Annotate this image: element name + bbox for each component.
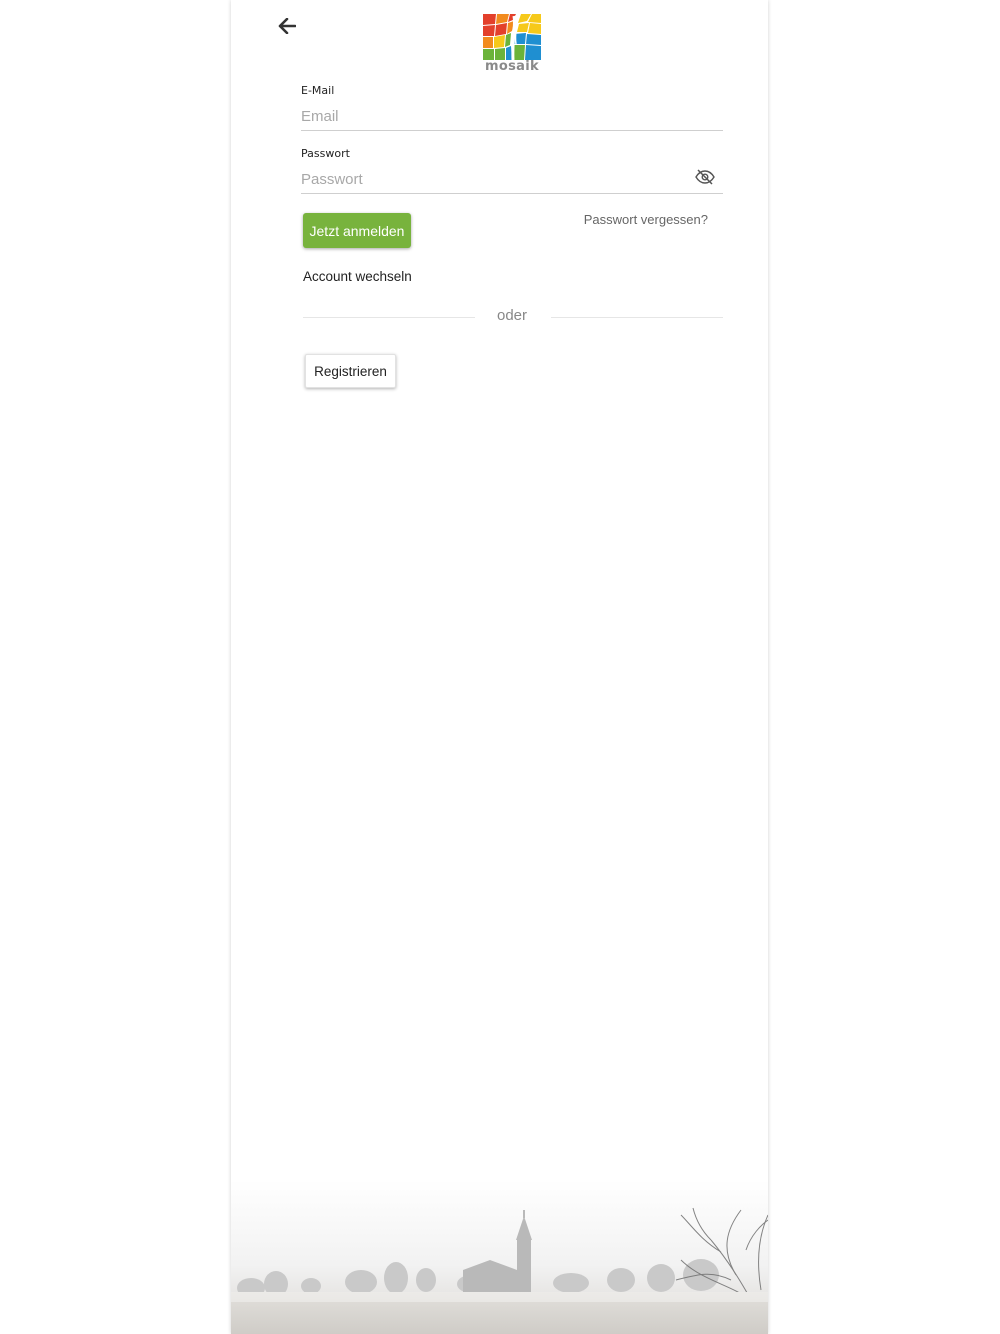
logo-text: mosaik <box>485 59 539 74</box>
email-field[interactable] <box>301 102 723 131</box>
eye-off-icon <box>695 168 715 190</box>
divider-text: oder <box>496 307 528 324</box>
email-label: E-Mail <box>301 84 335 97</box>
login-button[interactable]: Jetzt anmelden <box>303 213 411 248</box>
register-button[interactable]: Registrieren <box>305 354 396 388</box>
divider-line-right <box>551 317 723 318</box>
arrow-left-icon <box>278 17 297 39</box>
divider-line-left <box>303 317 475 318</box>
back-button[interactable] <box>274 15 300 41</box>
password-visibility-toggle[interactable] <box>693 168 717 190</box>
switch-account-link[interactable]: Account wechseln <box>303 269 412 284</box>
mosaik-logo: mosaik <box>483 14 541 74</box>
mosaik-logo-mark <box>483 14 541 61</box>
landscape-background-image <box>231 1180 768 1334</box>
forgot-password-link[interactable]: Passwort vergessen? <box>576 212 708 227</box>
password-field[interactable] <box>301 165 723 194</box>
password-label: Passwort <box>301 147 350 160</box>
login-panel: mosaik E-Mail Passwort Jetzt anmelden Pa… <box>231 0 768 1334</box>
